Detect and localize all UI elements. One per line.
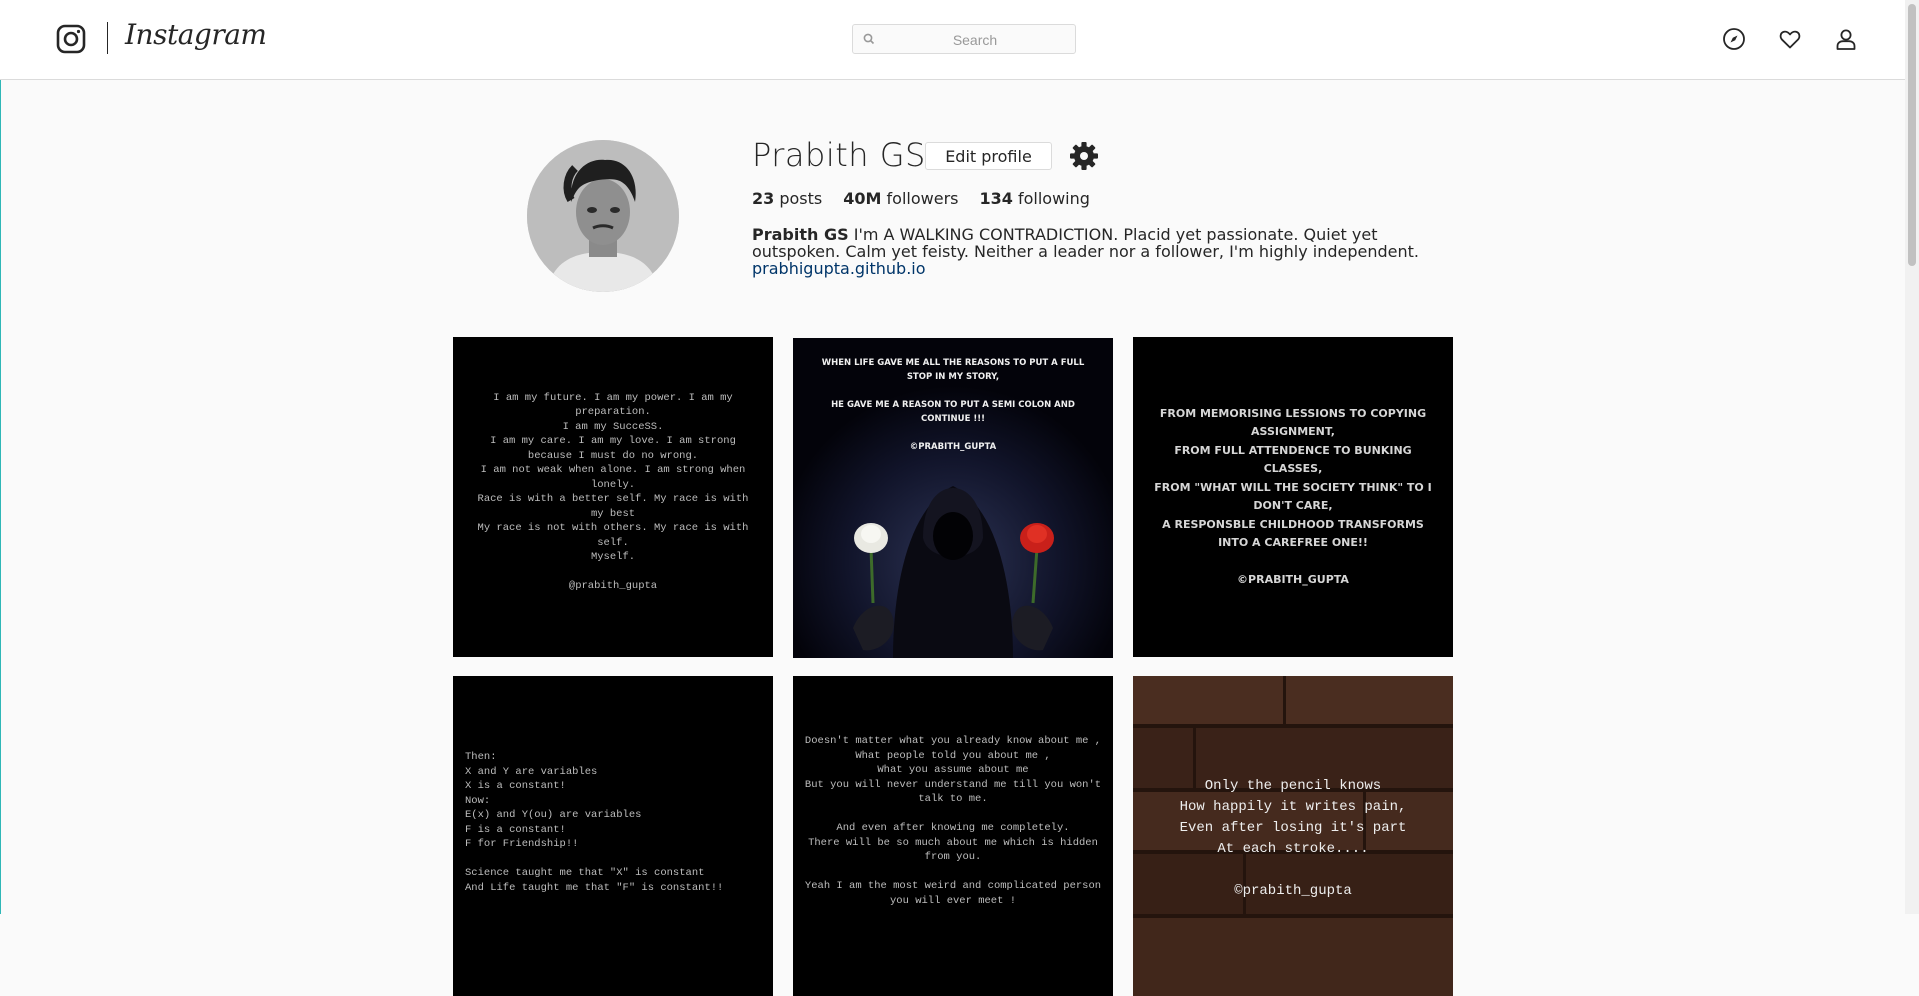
compass-icon[interactable] bbox=[1722, 27, 1746, 51]
post-tile-5[interactable]: Doesn't matter what you already know abo… bbox=[793, 676, 1113, 996]
post-caption-4: Then: X and Y are variables X is a const… bbox=[465, 751, 724, 894]
post-tile-6[interactable]: Only the pencil knows How happily it wri… bbox=[1133, 676, 1453, 996]
profile-bio: Prabith GS I'm A WALKING CONTRADICTION. … bbox=[752, 226, 1452, 277]
profile-username: Prabith GS bbox=[752, 136, 926, 174]
edit-profile-button[interactable]: Edit profile bbox=[925, 142, 1052, 170]
post-caption-6: Only the pencil knows How happily it wri… bbox=[1179, 778, 1407, 899]
window-edge bbox=[0, 0, 1, 914]
avatar-photo bbox=[527, 140, 679, 292]
bio-link[interactable]: prabhigupta.github.io bbox=[752, 260, 1452, 277]
post-caption-2: WHEN LIFE GAVE ME ALL THE REASONS TO PUT… bbox=[821, 358, 1085, 452]
post-tile-3[interactable]: FROM MEMORISING LESSIONS TO COPYING ASSI… bbox=[1133, 337, 1453, 657]
logo-divider bbox=[107, 22, 108, 54]
post-tile-2[interactable]: WHEN LIFE GAVE ME ALL THE REASONS TO PUT… bbox=[793, 338, 1113, 658]
following-label: following bbox=[1017, 189, 1090, 208]
following-stat[interactable]: 134 following bbox=[979, 189, 1089, 208]
top-nav: Instagram bbox=[0, 0, 1905, 80]
avatar[interactable] bbox=[527, 140, 679, 292]
post-caption-1: I am my future. I am my power. I am my p… bbox=[477, 391, 749, 593]
user-icon[interactable] bbox=[1834, 27, 1858, 51]
followers-label: followers bbox=[886, 189, 959, 208]
post-caption-3: FROM MEMORISING LESSIONS TO COPYING ASSI… bbox=[1154, 406, 1432, 587]
bio-text: I'm A WALKING CONTRADICTION. Placid yet … bbox=[752, 225, 1419, 261]
posts-count: 23 bbox=[752, 189, 775, 208]
post-caption-5: Doesn't matter what you already know abo… bbox=[804, 735, 1102, 907]
search-input[interactable] bbox=[873, 25, 1077, 55]
instagram-camera-icon[interactable] bbox=[56, 24, 86, 54]
gear-icon[interactable] bbox=[1069, 141, 1099, 171]
followers-count: 40M bbox=[843, 189, 882, 208]
heart-icon[interactable] bbox=[1778, 27, 1802, 51]
post-tile-4[interactable]: Then: X and Y are variables X is a const… bbox=[453, 676, 773, 996]
profile-stats: 23 posts 40M followers 134 following bbox=[752, 189, 1090, 208]
search-box[interactable] bbox=[852, 24, 1077, 55]
scrollbar-thumb[interactable] bbox=[1908, 4, 1916, 266]
post-tile-1[interactable]: I am my future. I am my power. I am my p… bbox=[453, 337, 773, 657]
followers-stat[interactable]: 40M followers bbox=[843, 189, 958, 208]
instagram-wordmark[interactable]: Instagram bbox=[125, 18, 267, 51]
following-count: 134 bbox=[979, 189, 1013, 208]
posts-stat[interactable]: 23 posts bbox=[752, 189, 822, 208]
posts-label: posts bbox=[779, 189, 823, 208]
